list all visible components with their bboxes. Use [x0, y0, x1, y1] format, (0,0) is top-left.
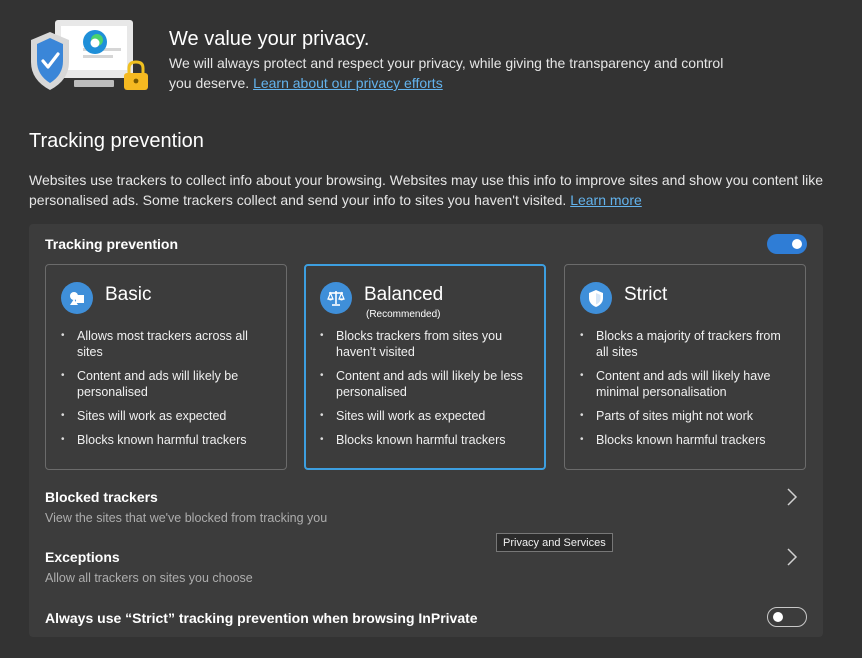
tracking-section-title: Tracking prevention: [29, 130, 204, 152]
inprivate-strict-label: Always use “Strict” tracking prevention …: [45, 610, 478, 626]
list-item: Blocks known harmful trackers: [320, 432, 535, 448]
list-item: Sites will work as expected: [61, 408, 276, 424]
option-balanced-title: Balanced: [364, 284, 444, 305]
chevron-right-icon: [787, 548, 798, 566]
option-basic[interactable]: Basic Allows most trackers across all si…: [45, 264, 287, 470]
option-basic-title: Basic: [105, 284, 152, 305]
tracking-description-text: Websites use trackers to collect info ab…: [29, 172, 823, 208]
tracking-description: Websites use trackers to collect info ab…: [29, 170, 849, 210]
list-item: Allows most trackers across all sites: [61, 328, 276, 360]
tracking-prevention-toggle[interactable]: [767, 234, 807, 254]
tooltip: Privacy and Services: [496, 533, 613, 552]
chevron-right-icon: [787, 488, 798, 506]
blocked-trackers-title: Blocked trackers: [45, 489, 158, 505]
option-basic-list: Allows most trackers across all sites Co…: [61, 328, 276, 456]
basic-shapes-icon: [61, 282, 93, 314]
list-item: Content and ads will likely be personali…: [61, 368, 276, 400]
blocked-trackers-row[interactable]: Blocked trackers View the sites that we'…: [29, 488, 823, 538]
list-item: Blocks a majority of trackers from all s…: [580, 328, 795, 360]
recommended-label: (Recommended): [366, 309, 441, 320]
inprivate-strict-toggle[interactable]: [767, 607, 807, 627]
option-strict-title: Strict: [624, 284, 668, 305]
tracking-toggle-label: Tracking prevention: [45, 236, 179, 252]
exceptions-row[interactable]: Exceptions Allow all trackers on sites y…: [29, 548, 823, 598]
list-item: Blocks trackers from sites you haven't v…: [320, 328, 535, 360]
option-balanced-list: Blocks trackers from sites you haven't v…: [320, 328, 535, 456]
option-balanced[interactable]: Balanced (Recommended) Blocks trackers f…: [304, 264, 546, 470]
privacy-heading: We value your privacy.: [169, 28, 370, 50]
option-strict-list: Blocks a majority of trackers from all s…: [580, 328, 795, 456]
list-item: Parts of sites might not work: [580, 408, 795, 424]
tracking-settings-card: Tracking prevention Basic Allows most tr…: [29, 224, 823, 637]
list-item: Sites will work as expected: [320, 408, 535, 424]
toggle-knob: [773, 612, 783, 622]
exceptions-title: Exceptions: [45, 549, 120, 565]
toggle-knob: [792, 239, 802, 249]
learn-more-link[interactable]: Learn more: [570, 192, 642, 208]
shield-icon: [580, 282, 612, 314]
blocked-trackers-subtitle: View the sites that we've blocked from t…: [45, 511, 328, 525]
option-strict[interactable]: Strict Blocks a majority of trackers fro…: [564, 264, 806, 470]
privacy-illustration: [28, 18, 150, 94]
exceptions-subtitle: Allow all trackers on sites you choose: [45, 571, 253, 585]
scales-icon: [320, 282, 352, 314]
privacy-intro: We will always protect and respect your …: [169, 53, 729, 93]
list-item: Blocks known harmful trackers: [61, 432, 276, 448]
list-item: Blocks known harmful trackers: [580, 432, 795, 448]
list-item: Content and ads will likely have minimal…: [580, 368, 795, 400]
privacy-efforts-link[interactable]: Learn about our privacy efforts: [253, 75, 443, 91]
list-item: Content and ads will likely be less pers…: [320, 368, 535, 400]
